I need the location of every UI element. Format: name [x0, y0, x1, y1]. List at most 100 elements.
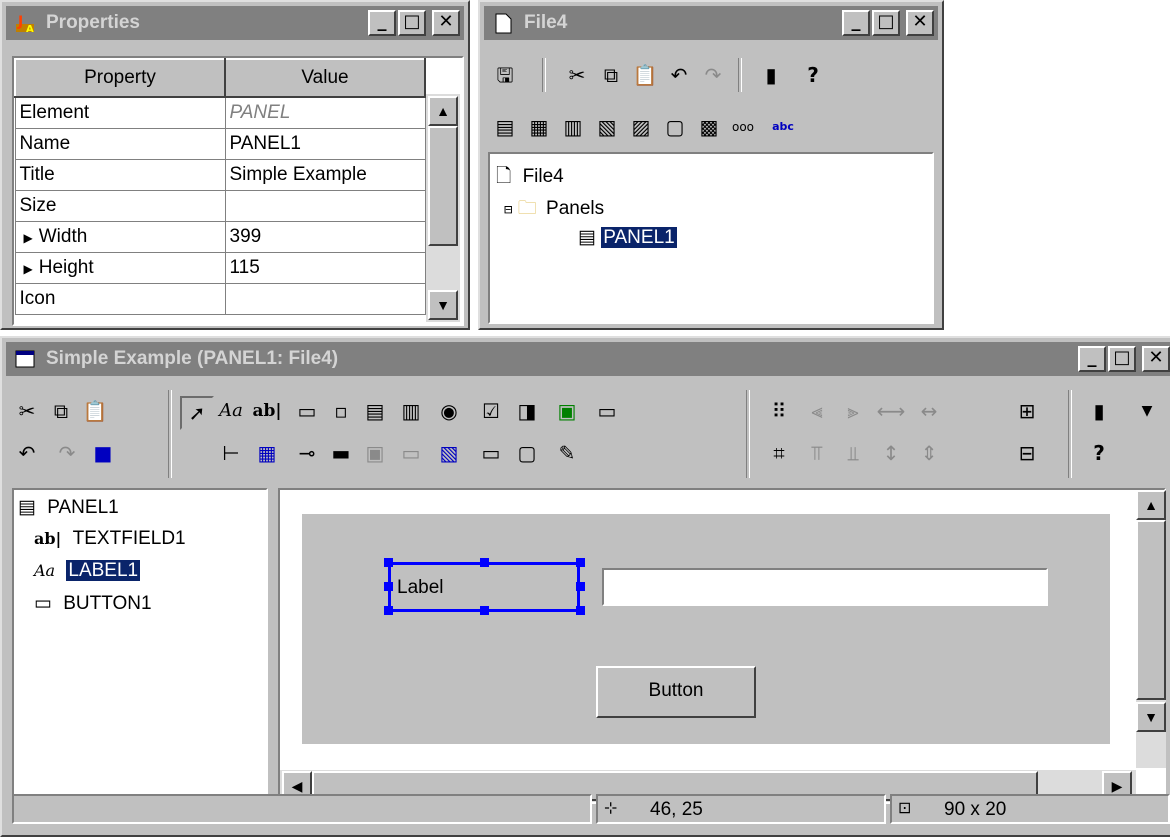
- button-tool-icon[interactable]: ▭: [292, 396, 322, 426]
- maximize-button[interactable]: □: [1108, 346, 1136, 372]
- cut-icon[interactable]: ✂: [12, 396, 42, 426]
- tree-panel[interactable]: ▤ PANEL1: [578, 226, 677, 249]
- new-toolbar-icon[interactable]: ▧: [592, 112, 622, 142]
- scroll-down-button[interactable]: ▼: [1136, 702, 1166, 732]
- new-menu-icon[interactable]: ▥: [558, 112, 588, 142]
- help-icon[interactable]: ?: [798, 60, 828, 90]
- table-row[interactable]: Name PANEL1: [14, 128, 426, 160]
- resize-handle[interactable]: [384, 582, 393, 591]
- dropdown-arrow-icon[interactable]: ▼: [1132, 396, 1162, 426]
- minimize-button[interactable]: _: [1078, 346, 1106, 372]
- property-value[interactable]: 399: [224, 221, 426, 253]
- resize-handle[interactable]: [384, 606, 393, 615]
- minimize-button[interactable]: _: [368, 10, 396, 36]
- crop-icon[interactable]: ⌗: [764, 438, 794, 468]
- panel-canvas[interactable]: Label Button: [302, 514, 1110, 744]
- align-left-icon[interactable]: ⫷: [802, 396, 832, 426]
- paste-icon[interactable]: 📋: [630, 60, 660, 90]
- expand-arrow-icon[interactable]: ▶: [20, 231, 39, 245]
- expand-arrow-icon[interactable]: ▶: [20, 262, 39, 276]
- property-value[interactable]: 115: [224, 252, 426, 284]
- slider-tool-icon[interactable]: ⊸: [292, 438, 322, 468]
- tree-folder[interactable]: ⊟ 🗀 Panels: [504, 194, 604, 226]
- paste-icon[interactable]: 📋: [80, 396, 110, 426]
- new-text-icon[interactable]: abc: [768, 112, 798, 142]
- edit-icon[interactable]: ✎: [552, 438, 582, 468]
- space-vertical-icon[interactable]: ⇕: [914, 438, 944, 468]
- save-icon[interactable]: 🖫: [490, 60, 520, 90]
- label-tool-icon[interactable]: Aa: [216, 396, 246, 426]
- close-button[interactable]: ✕: [432, 10, 460, 36]
- table-row[interactable]: Title Simple Example: [14, 159, 426, 191]
- tree-tool-icon[interactable]: ⊢: [216, 438, 246, 468]
- group-tool-icon[interactable]: ▭: [396, 438, 426, 468]
- new-panel-icon[interactable]: ▤: [490, 112, 520, 142]
- resize-handle[interactable]: [480, 606, 489, 615]
- same-height-icon[interactable]: ↕: [876, 438, 906, 468]
- textfield-component[interactable]: [602, 568, 1048, 606]
- checkbox-tool-icon[interactable]: ☑: [476, 396, 506, 426]
- undo-icon[interactable]: ↶: [664, 60, 694, 90]
- tree-root[interactable]: ▤ PANEL1: [18, 496, 119, 519]
- radio-tool-icon[interactable]: ◉: [434, 396, 464, 426]
- new-dialog-icon[interactable]: ▨: [626, 112, 656, 142]
- maximize-button[interactable]: □: [872, 10, 900, 36]
- listbox-tool-icon[interactable]: ▤: [360, 396, 390, 426]
- editor-titlebar[interactable]: Simple Example (PANEL1: File4) _ □ ✕: [6, 342, 1170, 376]
- copy-icon[interactable]: ⧉: [46, 396, 76, 426]
- space-horizontal-icon[interactable]: ↔: [914, 396, 944, 426]
- align-right-icon[interactable]: ⫸: [838, 396, 868, 426]
- resize-handle[interactable]: [384, 558, 393, 567]
- scroll-thumb[interactable]: [428, 126, 458, 246]
- center-vertical-icon[interactable]: ⊟: [1012, 438, 1042, 468]
- grid-icon[interactable]: ⠿: [764, 396, 794, 426]
- resize-handle[interactable]: [576, 582, 585, 591]
- properties-titlebar[interactable]: JA Properties _ □ ✕: [6, 6, 464, 40]
- tree-item-label[interactable]: Aa LABEL1: [34, 560, 141, 582]
- new-window-icon[interactable]: ▦: [524, 112, 554, 142]
- table-row[interactable]: Element PANEL: [14, 96, 426, 129]
- progress-tool-icon[interactable]: ▬: [326, 438, 356, 468]
- table-row[interactable]: Icon: [14, 283, 426, 315]
- properties-tool-icon[interactable]: ▮: [1084, 396, 1114, 426]
- help-icon[interactable]: ?: [1084, 438, 1114, 468]
- cut-icon[interactable]: ✂: [562, 60, 592, 90]
- file-titlebar[interactable]: File4 _ □ ✕: [484, 6, 938, 40]
- menu-tool-icon[interactable]: ▭: [476, 438, 506, 468]
- table-tool-icon[interactable]: ▦: [252, 438, 282, 468]
- label-component[interactable]: Label: [388, 562, 580, 612]
- table-row[interactable]: Size: [14, 190, 426, 222]
- column-header-value[interactable]: Value: [224, 58, 426, 98]
- toolbar-tool-icon[interactable]: ▧: [434, 438, 464, 468]
- resize-handle[interactable]: [576, 606, 585, 615]
- copy-icon[interactable]: ⧉: [596, 60, 626, 90]
- maximize-button[interactable]: □: [398, 10, 426, 36]
- center-horizontal-icon[interactable]: ⊞: [1012, 396, 1042, 426]
- property-value[interactable]: [224, 283, 426, 315]
- html-tool-icon[interactable]: ▭: [592, 396, 622, 426]
- table-row[interactable]: ▶ Height 115: [14, 252, 426, 284]
- tab-order-icon[interactable]: ■: [88, 438, 118, 468]
- minimize-button[interactable]: _: [842, 10, 870, 36]
- textfield-tool-icon[interactable]: ab|: [252, 396, 282, 426]
- align-bottom-icon[interactable]: ⫫: [838, 438, 868, 468]
- property-value[interactable]: PANEL1: [224, 128, 426, 160]
- property-value[interactable]: Simple Example: [224, 159, 426, 191]
- align-top-icon[interactable]: ⫪: [802, 438, 832, 468]
- button-component[interactable]: Button: [596, 666, 756, 718]
- scroll-thumb[interactable]: [1136, 520, 1166, 700]
- resize-handle[interactable]: [480, 558, 489, 567]
- pointer-tool-icon[interactable]: ➚: [180, 396, 214, 430]
- image-tool-icon[interactable]: ▣: [552, 396, 582, 426]
- redo-icon[interactable]: ↷: [698, 60, 728, 90]
- column-header-property[interactable]: Property: [14, 58, 226, 98]
- collapse-icon[interactable]: ⊟: [504, 202, 512, 218]
- scroll-up-button[interactable]: ▲: [428, 96, 458, 126]
- tabbed-pane-icon[interactable]: ▢: [512, 438, 542, 468]
- properties-scrollbar[interactable]: ▲ ▼: [426, 94, 460, 322]
- combobox-tool-icon[interactable]: ▥: [396, 396, 426, 426]
- new-string-icon[interactable]: ooo: [728, 112, 758, 142]
- new-tab-icon[interactable]: ▢: [660, 112, 690, 142]
- undo-icon[interactable]: ↶: [12, 438, 42, 468]
- checkbox-group-icon[interactable]: ▫: [326, 396, 356, 426]
